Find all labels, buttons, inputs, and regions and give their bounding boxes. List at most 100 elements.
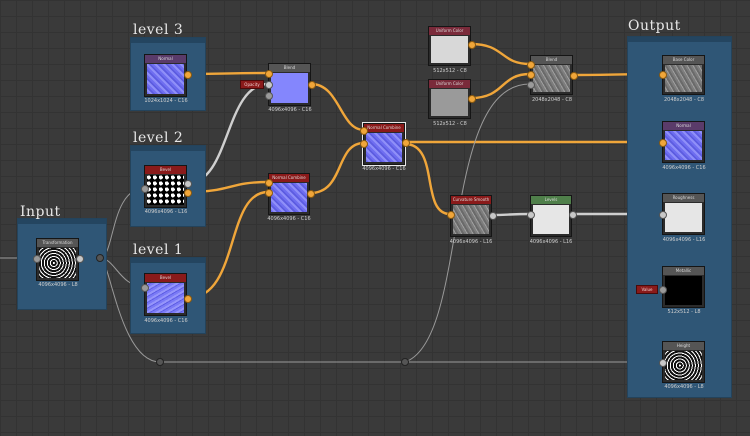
- output-port[interactable]: [184, 180, 192, 188]
- input-port[interactable]: [360, 127, 368, 135]
- input-port[interactable]: [265, 189, 273, 197]
- input-port-background[interactable]: [265, 81, 273, 89]
- reroute-dot[interactable]: [156, 358, 164, 366]
- metallic-output-node[interactable]: Metallic: [662, 266, 705, 308]
- node-resolution: 4096x4096 - L8: [38, 282, 78, 288]
- output-port[interactable]: [307, 190, 315, 198]
- output-port[interactable]: [184, 71, 192, 79]
- node-thumbnail: [271, 183, 307, 212]
- node-thumbnail: [147, 64, 184, 94]
- input-port-opacity[interactable]: [265, 92, 273, 100]
- node-title: Metallic: [663, 267, 704, 275]
- output-port[interactable]: [468, 95, 476, 103]
- input-port[interactable]: [659, 71, 667, 79]
- input-port[interactable]: [265, 179, 273, 187]
- bevel-node[interactable]: Bevel: [144, 165, 187, 208]
- output-port[interactable]: [184, 295, 192, 303]
- node-title: Uniform Color: [429, 27, 470, 35]
- bevel-node[interactable]: Bevel: [144, 273, 187, 316]
- output-port[interactable]: [76, 255, 84, 263]
- normal-combine-node[interactable]: Normal Combine: [268, 173, 310, 215]
- output-port[interactable]: [184, 189, 192, 197]
- level2-frame-title: level 2: [133, 130, 184, 146]
- node-thumbnail: [533, 205, 569, 234]
- output-port[interactable]: [308, 81, 316, 89]
- node-title: Normal: [663, 122, 704, 130]
- input-port[interactable]: [659, 211, 667, 219]
- input-port[interactable]: [527, 71, 535, 79]
- node-thumbnail: [665, 351, 702, 380]
- node-title: Normal Combine: [364, 124, 404, 132]
- node-title: Height: [663, 342, 704, 350]
- uniform-color-node[interactable]: Uniform Color: [428, 79, 471, 119]
- levels-node[interactable]: Levels: [530, 195, 572, 237]
- reroute-dot[interactable]: [96, 254, 104, 262]
- output-port[interactable]: [569, 211, 577, 219]
- node-resolution: 4096x4096 - C16: [362, 166, 406, 172]
- wire-uniform1-to-blend-base: [469, 42, 532, 66]
- node-thumbnail: [271, 73, 308, 103]
- node-thumbnail: [431, 89, 468, 116]
- node-resolution: 512x512 - C8: [433, 68, 467, 74]
- wire-combine-main-to-curvature: [403, 142, 452, 216]
- output-port[interactable]: [468, 41, 476, 49]
- node-thumbnail: [431, 36, 468, 63]
- input-port[interactable]: [33, 255, 41, 263]
- output-port[interactable]: [402, 139, 410, 147]
- wire-blend-to-combine-main: [309, 82, 366, 132]
- reroute-dot[interactable]: [401, 358, 409, 366]
- blend-node[interactable]: Blend: [268, 63, 311, 106]
- node-title: Normal: [145, 55, 186, 63]
- node-resolution: 1024x1024 - C16: [144, 98, 188, 104]
- input-port[interactable]: [527, 211, 535, 219]
- node-resolution: 4096x4096 - C16: [267, 216, 311, 222]
- node-thumbnail: [366, 133, 402, 162]
- uniform-color-node[interactable]: Uniform Color: [428, 26, 471, 66]
- node-thumbnail: [665, 131, 702, 160]
- height-output-node[interactable]: Height: [662, 341, 705, 383]
- node-title: Curvature Smooth: [451, 196, 491, 204]
- input-port[interactable]: [659, 139, 667, 147]
- node-title: Normal Combine: [269, 174, 309, 182]
- node-resolution: 4096x4096 - L16: [529, 239, 573, 245]
- input-port[interactable]: [659, 359, 667, 367]
- curvature-smooth-node[interactable]: Curvature Smooth: [450, 195, 492, 237]
- normal-output-node[interactable]: Normal: [662, 121, 705, 163]
- node-thumbnail: [665, 276, 702, 305]
- normal-combine-node[interactable]: Normal Combine: [362, 122, 406, 166]
- node-thumbnail: [147, 283, 184, 313]
- input-port[interactable]: [360, 140, 368, 148]
- node-title: Roughness: [663, 194, 704, 202]
- node-resolution: 4096x4096 - C16: [268, 107, 312, 113]
- node-thumbnail: [533, 65, 570, 92]
- roughness-output-node[interactable]: Roughness: [662, 193, 705, 235]
- node-title: Blend: [531, 56, 572, 64]
- input-port[interactable]: [527, 61, 535, 69]
- opacity-parameter-tag[interactable]: Opacity: [240, 80, 264, 89]
- output-port[interactable]: [489, 212, 497, 220]
- node-resolution: 4096x4096 - C16: [144, 318, 188, 324]
- output-port[interactable]: [570, 72, 578, 80]
- node-title: Blend: [269, 64, 310, 72]
- node-resolution: 4096x4096 - L8: [664, 384, 704, 390]
- node-resolution: 2048x2048 - C8: [663, 97, 705, 103]
- node-thumbnail: [39, 248, 76, 278]
- node-title: Bevel: [145, 166, 186, 174]
- input-port[interactable]: [141, 284, 149, 292]
- output-frame-title: Output: [628, 18, 681, 34]
- input-port-opacity[interactable]: [527, 81, 535, 89]
- node-title: Transformation: [37, 239, 78, 247]
- normal-node[interactable]: Normal: [144, 54, 187, 97]
- transformation-node[interactable]: Transformation: [36, 238, 79, 281]
- node-resolution: 4096x4096 - C16: [662, 165, 706, 171]
- input-port[interactable]: [447, 211, 455, 219]
- input-port-foreground[interactable]: [265, 70, 273, 78]
- blend-node[interactable]: Blend: [530, 55, 573, 95]
- basecolor-output-node[interactable]: Base Color: [662, 55, 705, 95]
- node-thumbnail: [665, 203, 702, 232]
- value-parameter-tag[interactable]: Value: [636, 285, 658, 294]
- level3-frame-title: level 3: [133, 22, 184, 38]
- input-port[interactable]: [141, 185, 149, 193]
- node-title: Bevel: [145, 274, 186, 282]
- input-port[interactable]: [659, 286, 667, 294]
